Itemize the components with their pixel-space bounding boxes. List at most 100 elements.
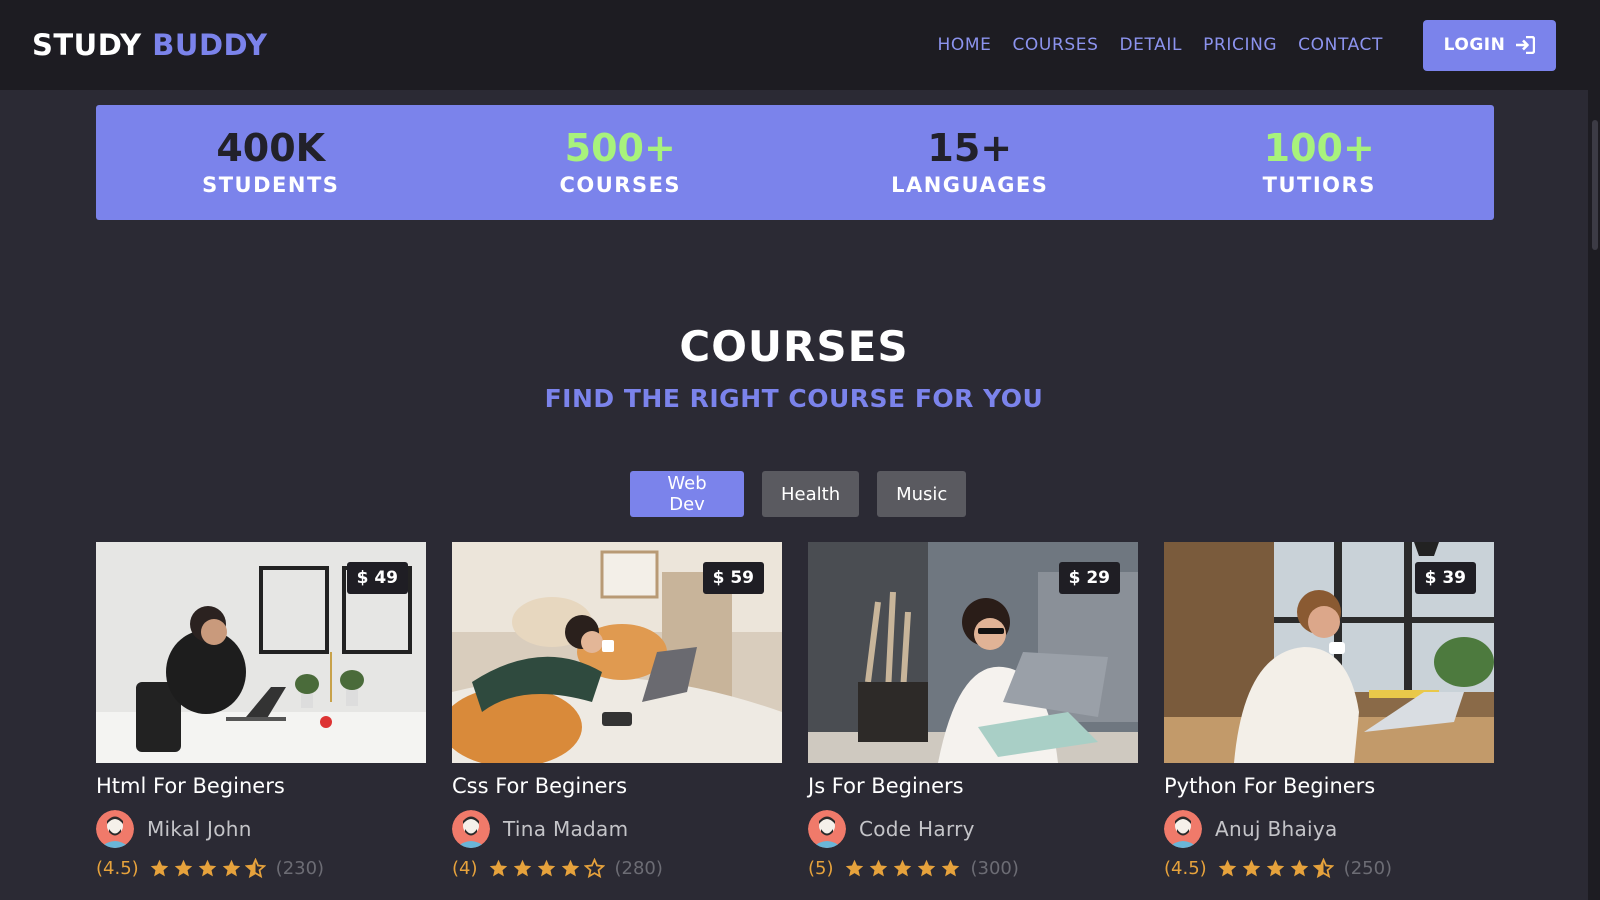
course-image[interactable]: $ 49 <box>96 542 426 763</box>
author-info: Anuj Bhaiya <box>1164 810 1494 848</box>
star-rating <box>149 858 266 879</box>
star-full-icon <box>1266 859 1284 877</box>
stat-number: 15+ <box>927 125 1013 170</box>
star-full-icon <box>489 859 507 877</box>
stat-number: 400K <box>216 125 326 170</box>
stat-number: 500+ <box>564 125 676 170</box>
star-rating <box>488 858 605 879</box>
author-info: Code Harry <box>808 810 1138 848</box>
rating-value: (4.5) <box>96 858 139 879</box>
star-full-icon <box>1242 859 1260 877</box>
avatar <box>452 810 490 848</box>
nav-link-contact[interactable]: CONTACT <box>1298 35 1383 55</box>
author-info: Mikal John <box>96 810 426 848</box>
star-full-icon <box>869 859 887 877</box>
star-full-icon <box>1218 859 1236 877</box>
brand-part-2: BUDDY <box>152 28 268 62</box>
star-full-icon <box>1290 859 1308 877</box>
star-half-icon <box>1312 858 1334 879</box>
rating-count: (230) <box>275 858 325 879</box>
star-full-icon <box>917 859 935 877</box>
nav-link-home[interactable]: HOME <box>937 35 991 55</box>
price-badge: $ 29 <box>1058 562 1120 594</box>
course-filters: Web Dev Health Music <box>630 471 967 517</box>
rating-count: (300) <box>970 858 1019 879</box>
star-full-icon <box>561 859 579 877</box>
login-label: LOGIN <box>1443 35 1506 55</box>
course-card[interactable]: $ 59 Css For Beginers Tina Madam (4) (28… <box>452 542 782 879</box>
scrollbar-track[interactable] <box>1588 0 1600 900</box>
brand-logo[interactable]: STUDY BUDDY <box>32 28 267 62</box>
stat-students: 400K STUDENTS <box>96 105 446 220</box>
rating-value: (5) <box>808 858 834 879</box>
author-name: Tina Madam <box>503 817 629 841</box>
course-cards: $ 49 Html For Beginers Mikal John (4.5) … <box>96 542 1494 879</box>
login-button[interactable]: LOGIN <box>1423 19 1556 71</box>
stat-number: 100+ <box>1263 125 1375 170</box>
course-image[interactable]: $ 29 <box>808 542 1138 763</box>
brand-part-1: STUDY <box>32 28 142 62</box>
stats-banner: 400K STUDENTS 500+ COURSES 15+ LANGUAGES… <box>96 105 1494 220</box>
stat-label: STUDENTS <box>202 173 340 198</box>
stat-label: TUTIORS <box>1262 173 1376 198</box>
rating-count: (250) <box>1343 858 1393 879</box>
filter-music[interactable]: Music <box>877 471 967 517</box>
rating: (4.5) (250) <box>1164 858 1494 879</box>
avatar <box>808 810 846 848</box>
star-full-icon <box>845 859 863 877</box>
star-half-icon <box>244 858 266 879</box>
author-name: Code Harry <box>859 817 975 841</box>
nav-link-detail[interactable]: DETAIL <box>1119 35 1182 55</box>
course-image[interactable]: $ 39 <box>1164 542 1494 763</box>
nav-right: HOME COURSES DETAIL PRICING CONTACT LOGI… <box>937 19 1556 71</box>
course-card[interactable]: $ 49 Html For Beginers Mikal John (4.5) … <box>96 542 426 879</box>
nav-link-courses[interactable]: COURSES <box>1012 35 1098 55</box>
star-rating <box>1217 858 1334 879</box>
nav-links: HOME COURSES DETAIL PRICING CONTACT <box>937 35 1383 55</box>
navbar: STUDY BUDDY HOME COURSES DETAIL PRICING … <box>0 0 1588 90</box>
filter-health[interactable]: Health <box>762 471 860 517</box>
stat-courses: 500+ COURSES <box>446 105 796 220</box>
stat-label: LANGUAGES <box>891 173 1049 198</box>
star-full-icon <box>941 859 959 877</box>
star-rating <box>844 858 961 879</box>
star-full-icon <box>537 859 555 877</box>
course-title[interactable]: Css For Beginers <box>452 774 782 798</box>
rating: (4) (280) <box>452 858 782 879</box>
course-card[interactable]: $ 29 Js For Beginers Code Harry (5) (300… <box>808 542 1138 879</box>
star-full-icon <box>222 859 240 877</box>
author-name: Anuj Bhaiya <box>1215 817 1338 841</box>
course-title[interactable]: Python For Beginers <box>1164 774 1494 798</box>
stat-tutors: 100+ TUTIORS <box>1145 105 1495 220</box>
rating-value: (4.5) <box>1164 858 1207 879</box>
rating: (4.5) (230) <box>96 858 426 879</box>
star-full-icon <box>893 859 911 877</box>
avatar <box>1164 810 1202 848</box>
star-full-icon <box>198 859 216 877</box>
login-icon <box>1516 36 1536 54</box>
section-subtitle: FIND THE RIGHT COURSE FOR YOU <box>544 384 1044 413</box>
course-title[interactable]: Js For Beginers <box>808 774 1138 798</box>
star-full-icon <box>513 859 531 877</box>
avatar <box>96 810 134 848</box>
star-full-icon <box>174 859 192 877</box>
course-title[interactable]: Html For Beginers <box>96 774 426 798</box>
star-empty-icon <box>583 858 605 879</box>
nav-link-pricing[interactable]: PRICING <box>1203 35 1277 55</box>
price-badge: $ 49 <box>346 562 408 594</box>
stat-label: COURSES <box>559 173 682 198</box>
price-badge: $ 39 <box>1414 562 1476 594</box>
author-info: Tina Madam <box>452 810 782 848</box>
scrollbar-thumb[interactable] <box>1592 120 1598 250</box>
author-name: Mikal John <box>147 817 252 841</box>
rating-count: (280) <box>614 858 663 879</box>
price-badge: $ 59 <box>702 562 764 594</box>
rating-value: (4) <box>452 858 478 879</box>
rating: (5) (300) <box>808 858 1138 879</box>
course-card[interactable]: $ 39 Python For Beginers Anuj Bhaiya (4.… <box>1164 542 1494 879</box>
stat-languages: 15+ LANGUAGES <box>795 105 1145 220</box>
star-full-icon <box>150 859 168 877</box>
course-image[interactable]: $ 59 <box>452 542 782 763</box>
section-title: COURSES <box>679 322 909 371</box>
filter-web-dev[interactable]: Web Dev <box>630 471 744 517</box>
